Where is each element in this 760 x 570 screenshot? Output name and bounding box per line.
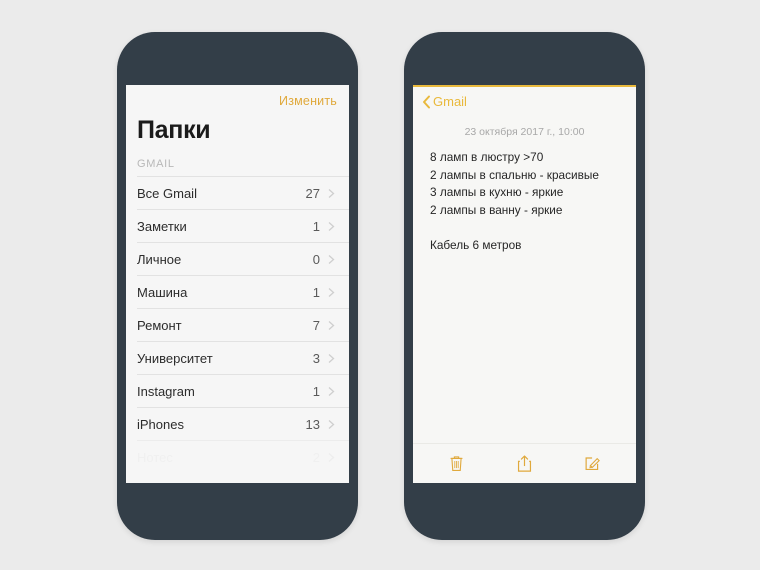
folders-screen: Изменить Папки GMAIL Все Gmail 27 Заметк… (126, 85, 349, 483)
folder-row-personal[interactable]: Личное 0 (137, 242, 349, 275)
note-toolbar (413, 443, 636, 483)
back-button-label: Gmail (433, 94, 467, 109)
folder-name: Ремонт (137, 317, 182, 333)
folder-name: Instagram (137, 383, 195, 399)
share-icon[interactable] (513, 452, 535, 476)
folder-count: 13 (305, 416, 320, 432)
note-timestamp: 23 октября 2017 г., 10:00 (464, 126, 585, 138)
chevron-right-icon (326, 419, 337, 430)
folder-count: 0 (312, 251, 320, 267)
phone-left: Изменить Папки GMAIL Все Gmail 27 Заметк… (117, 32, 358, 540)
chevron-right-icon (326, 221, 337, 232)
trash-icon[interactable] (446, 452, 468, 476)
page-title: Папки (137, 116, 211, 144)
folder-row-repair[interactable]: Ремонт 7 (137, 308, 349, 341)
phone-right: Gmail 23 октября 2017 г., 10:00 8 ламп в… (404, 32, 645, 540)
folder-count: 1 (312, 284, 320, 300)
folder-count: 27 (305, 185, 320, 201)
chevron-left-icon (422, 95, 431, 109)
note-body-text[interactable]: 8 ламп в люстру >70 2 лампы в спальню - … (430, 149, 622, 254)
folder-list: Все Gmail 27 Заметки 1 Личное 0 Машина 1 (126, 176, 349, 473)
folder-row-instagram[interactable]: Instagram 1 (137, 374, 349, 407)
folder-row-notes[interactable]: Заметки 1 (137, 209, 349, 242)
folder-row-partial[interactable]: Нотес 2 (137, 440, 349, 473)
folder-name: Все Gmail (137, 185, 197, 201)
folder-name: Университет (137, 350, 213, 366)
chevron-right-icon (326, 320, 337, 331)
chevron-right-icon (326, 188, 337, 199)
folder-name: Машина (137, 284, 188, 300)
chevron-right-icon (326, 353, 337, 364)
folder-count: 7 (312, 317, 320, 333)
chevron-right-icon (326, 386, 337, 397)
edit-button[interactable]: Изменить (279, 94, 337, 108)
chevron-right-icon (326, 287, 337, 298)
folder-row-all-gmail[interactable]: Все Gmail 27 (137, 176, 349, 209)
folder-count: 2 (312, 449, 320, 465)
chevron-right-icon (326, 452, 337, 463)
folder-count: 3 (312, 350, 320, 366)
top-accent-rule (413, 85, 636, 87)
note-detail-screen: Gmail 23 октября 2017 г., 10:00 8 ламп в… (413, 85, 636, 483)
folder-row-iphones[interactable]: iPhones 13 (137, 407, 349, 440)
section-header-gmail: GMAIL (137, 158, 175, 170)
folder-count: 1 (312, 218, 320, 234)
folder-name: Заметки (137, 218, 187, 234)
folder-row-university[interactable]: Университет 3 (137, 341, 349, 374)
folder-name: Нотес (137, 449, 173, 465)
folder-name: iPhones (137, 416, 184, 432)
compose-icon[interactable] (581, 452, 603, 476)
back-to-gmail-button[interactable]: Gmail (422, 94, 467, 109)
folder-name: Личное (137, 251, 182, 267)
chevron-right-icon (326, 254, 337, 265)
folder-row-car[interactable]: Машина 1 (137, 275, 349, 308)
folder-count: 1 (312, 383, 320, 399)
